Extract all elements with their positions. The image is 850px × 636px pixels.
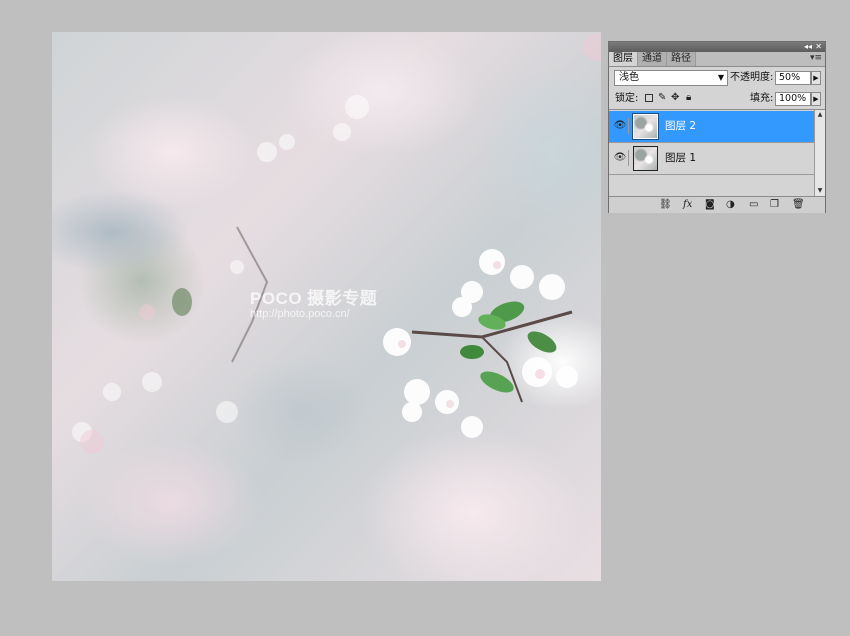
blend-opacity-row: 浅色 ▼ 不透明度: 50% ▶ [609,67,825,89]
mask-icon[interactable]: ◙ [705,198,715,211]
opacity-input[interactable]: 50% [775,71,811,85]
trash-icon[interactable]: 🗑︎ [792,198,805,211]
tab-channels[interactable]: 通道 [638,52,667,66]
layer-thumbnail [633,146,658,171]
eye-icon[interactable]: 👁︎ [612,150,629,166]
scroll-down-arrow-icon[interactable]: ▼ [815,186,825,196]
link-icon[interactable]: ⛓ [659,198,672,211]
layer-row-1[interactable]: 👁︎ 图层 1 [609,143,814,175]
group-folder-icon[interactable]: ▭ [749,198,758,211]
document-canvas[interactable]: POCO 摄影专题 http://photo.poco.cn/ [52,32,601,581]
eye-icon[interactable]: 👁︎ [612,118,629,134]
layer-name[interactable]: 图层 2 [665,120,696,133]
tab-layers[interactable]: 图层 [609,52,638,66]
layer-list: 👁︎ 图层 2 👁︎ 图层 1 [609,110,814,196]
panel-tabs: 图层 通道 路径 ▾≡ [609,52,825,67]
layer-row-2[interactable]: 👁︎ 图层 2 [609,111,814,143]
lock-all-icon[interactable]: 🔒︎ [686,92,691,104]
fill-label: 填充: [750,93,774,104]
watermark-title: POCO 摄影专题 [250,289,378,308]
tab-paths[interactable]: 路径 [667,52,696,66]
close-icon[interactable]: ✕ [815,42,822,52]
lock-transparent-pixels-icon[interactable] [645,94,653,102]
opacity-label: 不透明度: [730,72,774,83]
fill-input[interactable]: 100% [775,92,811,106]
panel-menu-icon[interactable]: ▾≡ [810,52,822,65]
adjustment-icon[interactable]: ◑ [726,198,735,211]
lock-fill-row: 锁定: ✎ ✥ 🔒︎ 填充: 100% ▶ [609,89,825,110]
scroll-up-arrow-icon[interactable]: ▲ [815,110,825,120]
layers-panel: ◂◂ ✕ 图层 通道 路径 ▾≡ 浅色 ▼ 不透明度: 50% ▶ 锁定: ✎ … [608,41,826,213]
fill-slider-arrow-icon[interactable]: ▶ [811,92,821,106]
layer-name[interactable]: 图层 1 [665,152,696,165]
panel-bottom-toolbar: ⛓ fx ◙ ◑ ▭ ❐ 🗑︎ [609,196,825,213]
opacity-slider-arrow-icon[interactable]: ▶ [811,71,821,85]
blend-mode-value: 浅色 [619,72,639,83]
fx-icon[interactable]: fx [683,198,692,211]
watermark: POCO 摄影专题 http://photo.poco.cn/ [250,290,377,320]
panel-titlebar[interactable]: ◂◂ ✕ [609,42,825,52]
layer-list-scrollbar[interactable]: ▲ ▼ [814,110,825,196]
watermark-url: http://photo.poco.cn/ [250,308,350,320]
blend-mode-select[interactable]: 浅色 ▼ [614,70,728,86]
new-layer-icon[interactable]: ❐ [770,198,779,211]
lock-image-pixels-icon[interactable]: ✎ [658,92,666,104]
lock-position-icon[interactable]: ✥ [671,92,679,104]
double-chevron-left-icon[interactable]: ◂◂ [804,42,812,52]
lock-label: 锁定: [615,93,639,104]
dropdown-arrow-icon: ▼ [717,73,724,82]
layer-thumbnail [632,113,659,140]
